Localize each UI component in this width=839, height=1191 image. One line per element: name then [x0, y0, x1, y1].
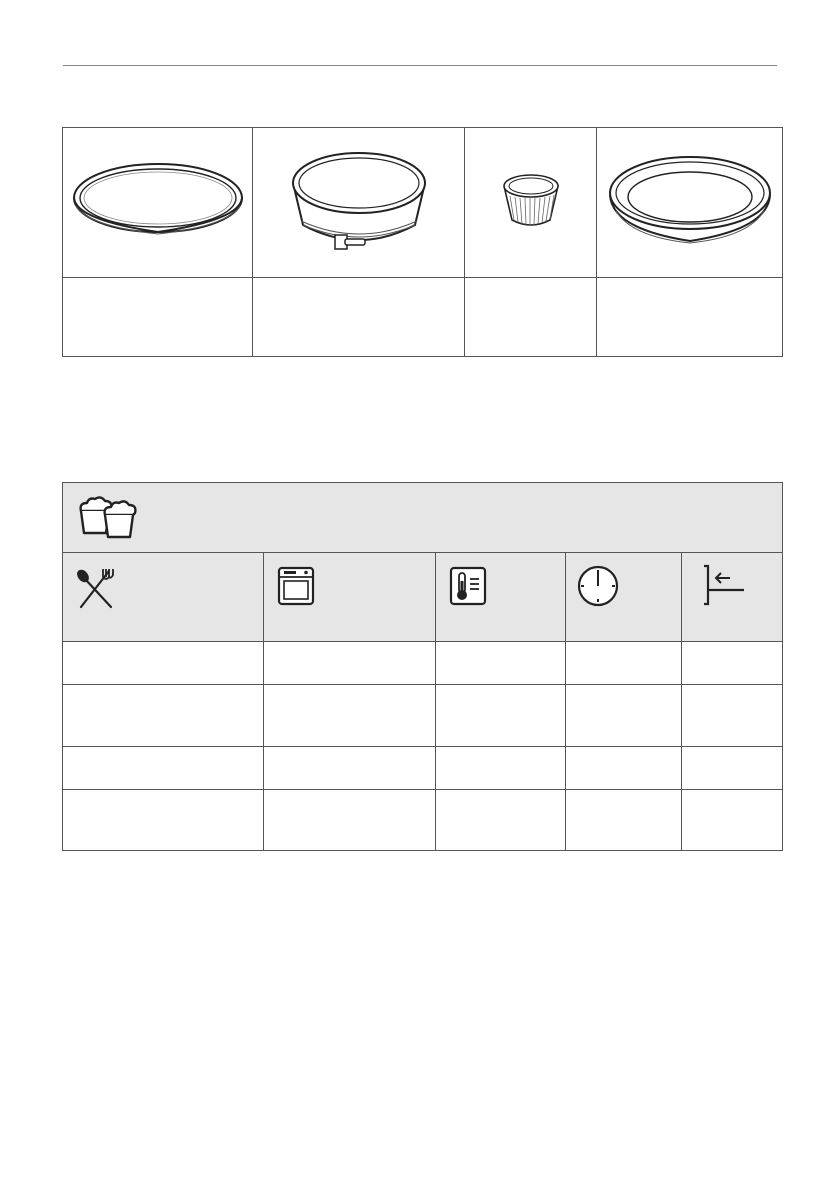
table-cell — [681, 746, 783, 790]
ramekin-icon — [502, 173, 559, 226]
cookware-cell-ramekin — [464, 127, 597, 278]
column-header-temperature — [435, 552, 566, 642]
table-cell — [62, 641, 264, 685]
muffins-icon — [79, 495, 137, 538]
category-header — [62, 482, 783, 553]
table-cell — [681, 789, 783, 851]
table-cell — [681, 641, 783, 685]
table-cell — [263, 641, 436, 685]
header-rule — [63, 65, 777, 66]
table-cell — [263, 789, 436, 851]
cookware-caption — [464, 277, 597, 357]
table-cell — [681, 684, 783, 747]
cookware-caption — [596, 277, 783, 357]
table-cell — [263, 684, 436, 747]
table-cell — [435, 789, 566, 851]
springform-tin-icon — [291, 151, 426, 250]
column-header-food — [62, 552, 264, 642]
table-cell — [565, 789, 682, 851]
table-cell — [435, 641, 566, 685]
round-baking-tin-icon — [608, 155, 771, 244]
column-header-shelf — [681, 552, 783, 642]
cookware-cell-round-baking-tin — [596, 127, 783, 278]
cookware-cell-flan-tin — [62, 127, 253, 278]
table-cell — [565, 746, 682, 790]
table-row — [62, 789, 783, 851]
flan-tin-icon — [72, 162, 243, 235]
column-header-function — [263, 552, 436, 642]
cookware-caption — [62, 277, 253, 357]
cookware-cell-springform-tin — [252, 127, 465, 278]
table-cell — [565, 684, 682, 747]
table-cell — [62, 746, 264, 790]
table-cell — [435, 684, 566, 747]
baking-table — [62, 482, 783, 851]
table-row — [62, 684, 783, 747]
shelf-position-icon — [704, 564, 744, 606]
table-row — [62, 746, 783, 790]
oven-function-icon — [277, 566, 315, 606]
table-row — [62, 641, 783, 685]
time-icon — [577, 565, 619, 607]
cookware-table — [62, 127, 783, 357]
cookware-caption — [252, 277, 465, 357]
table-cell — [435, 746, 566, 790]
table-cell — [62, 684, 264, 747]
column-header-time — [565, 552, 682, 642]
table-cell — [565, 641, 682, 685]
table-cell — [263, 746, 436, 790]
table-cell — [62, 789, 264, 851]
temperature-icon — [449, 566, 487, 606]
food-utensils-icon — [77, 569, 114, 609]
